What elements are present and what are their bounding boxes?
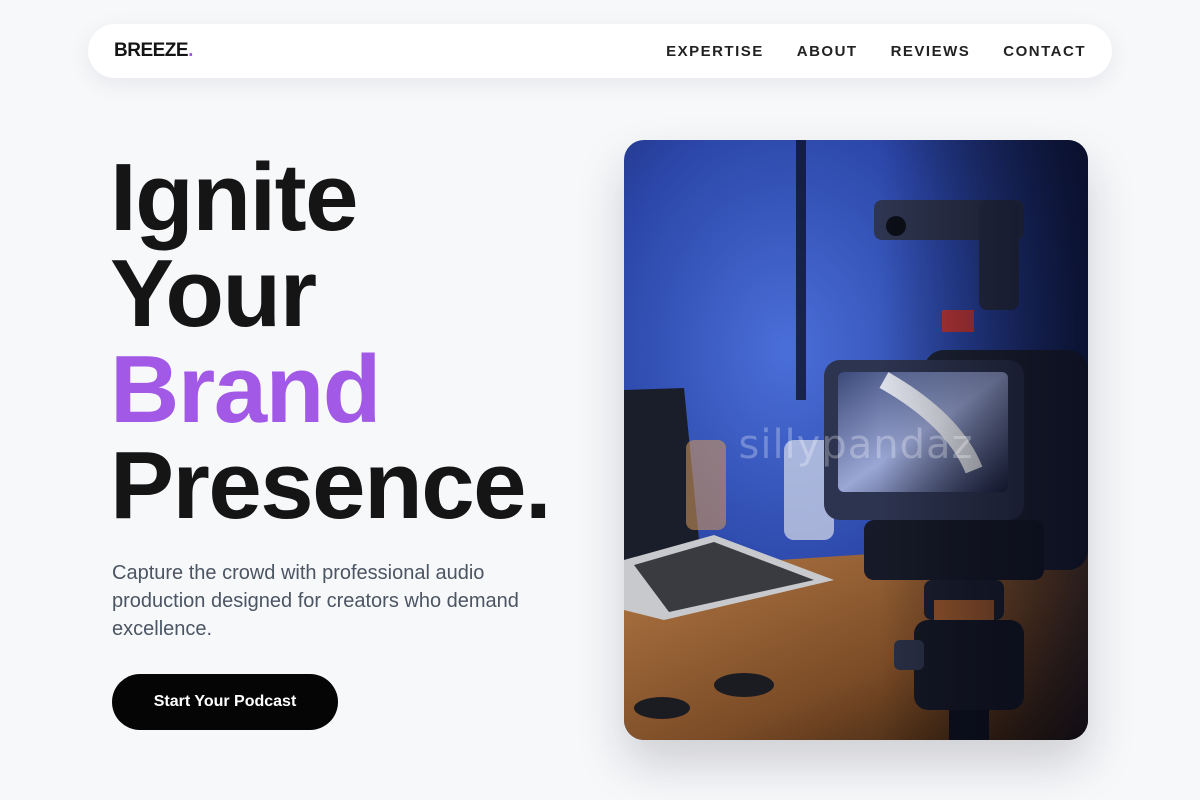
nav-link-about[interactable]: ABOUT: [797, 43, 858, 60]
nav-link-reviews[interactable]: REVIEWS: [891, 43, 971, 60]
headline-line-4: Presence.: [110, 432, 552, 539]
hero-headline: Ignite Your Brand Presence.: [110, 144, 552, 539]
headline-line-3-accent: Brand: [110, 336, 381, 443]
brand-logo-dot: .: [188, 40, 193, 61]
nav-link-expertise[interactable]: EXPERTISE: [666, 43, 764, 60]
headline-line-1: Ignite: [110, 144, 358, 251]
hero-subtext: Capture the crowd with professional audi…: [112, 562, 519, 640]
headline-line-2: Your: [110, 240, 317, 347]
hero-photo: sillypandaz: [624, 140, 1088, 740]
top-navigation-bar: BREEZE. EXPERTISE ABOUT REVIEWS CONTACT: [88, 24, 1112, 78]
start-podcast-button[interactable]: Start Your Podcast: [112, 674, 338, 730]
nav-link-contact[interactable]: CONTACT: [1003, 43, 1086, 60]
photo-watermark: sillypandaz: [738, 422, 974, 468]
nav-links: EXPERTISE ABOUT REVIEWS CONTACT: [666, 43, 1086, 60]
brand-name: BREEZE: [114, 40, 189, 61]
brand-logo[interactable]: BREEZE.: [114, 40, 193, 62]
